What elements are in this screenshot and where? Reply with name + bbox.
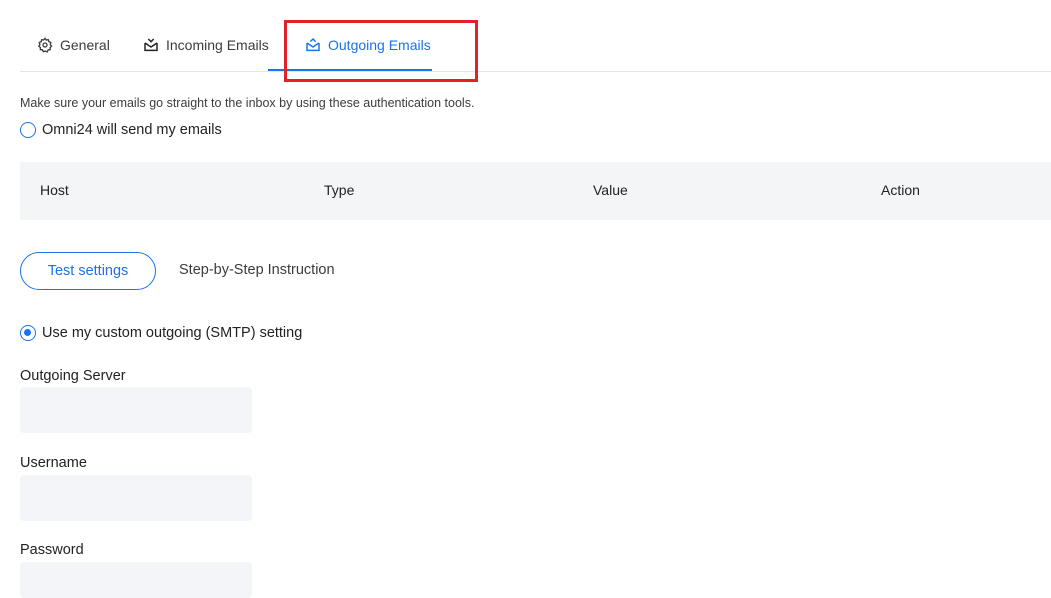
inbox-icon — [144, 38, 158, 52]
omni24-send-label: Omni24 will send my emails — [42, 122, 222, 138]
tab-general[interactable]: General — [37, 20, 110, 70]
step-by-step-instruction-link[interactable]: Step-by-Step Instruction — [179, 262, 335, 278]
custom-smtp-label: Use my custom outgoing (SMTP) setting — [42, 325, 303, 341]
omni24-radio[interactable] — [20, 122, 36, 138]
username-input[interactable] — [20, 475, 252, 521]
column-value: Value — [593, 182, 628, 198]
test-settings-button[interactable]: Test settings — [20, 252, 156, 290]
outgoing-server-label: Outgoing Server — [20, 368, 126, 384]
tab-incoming-emails[interactable]: Incoming Emails — [143, 20, 269, 70]
highlight-box — [284, 20, 478, 82]
tab-incoming-emails-label: Incoming Emails — [166, 37, 269, 53]
authentication-hint: Make sure your emails go straight to the… — [20, 96, 475, 110]
tab-general-label: General — [60, 37, 110, 53]
omni24-send-option[interactable]: Omni24 will send my emails — [20, 122, 222, 138]
gear-icon — [37, 37, 53, 53]
column-type: Type — [324, 182, 355, 198]
outgoing-server-input[interactable] — [20, 387, 252, 433]
column-action: Action — [881, 182, 920, 198]
settings-tab-bar: General Incoming Emails Outgoing Emails — [20, 20, 1051, 72]
custom-smtp-option[interactable]: Use my custom outgoing (SMTP) setting — [20, 325, 302, 341]
custom-smtp-radio[interactable] — [20, 325, 36, 341]
dns-records-table-header: Host Type Value Action — [20, 162, 1051, 220]
password-label: Password — [20, 542, 84, 558]
column-host: Host — [40, 182, 69, 198]
password-input[interactable] — [20, 562, 252, 598]
username-label: Username — [20, 455, 87, 471]
